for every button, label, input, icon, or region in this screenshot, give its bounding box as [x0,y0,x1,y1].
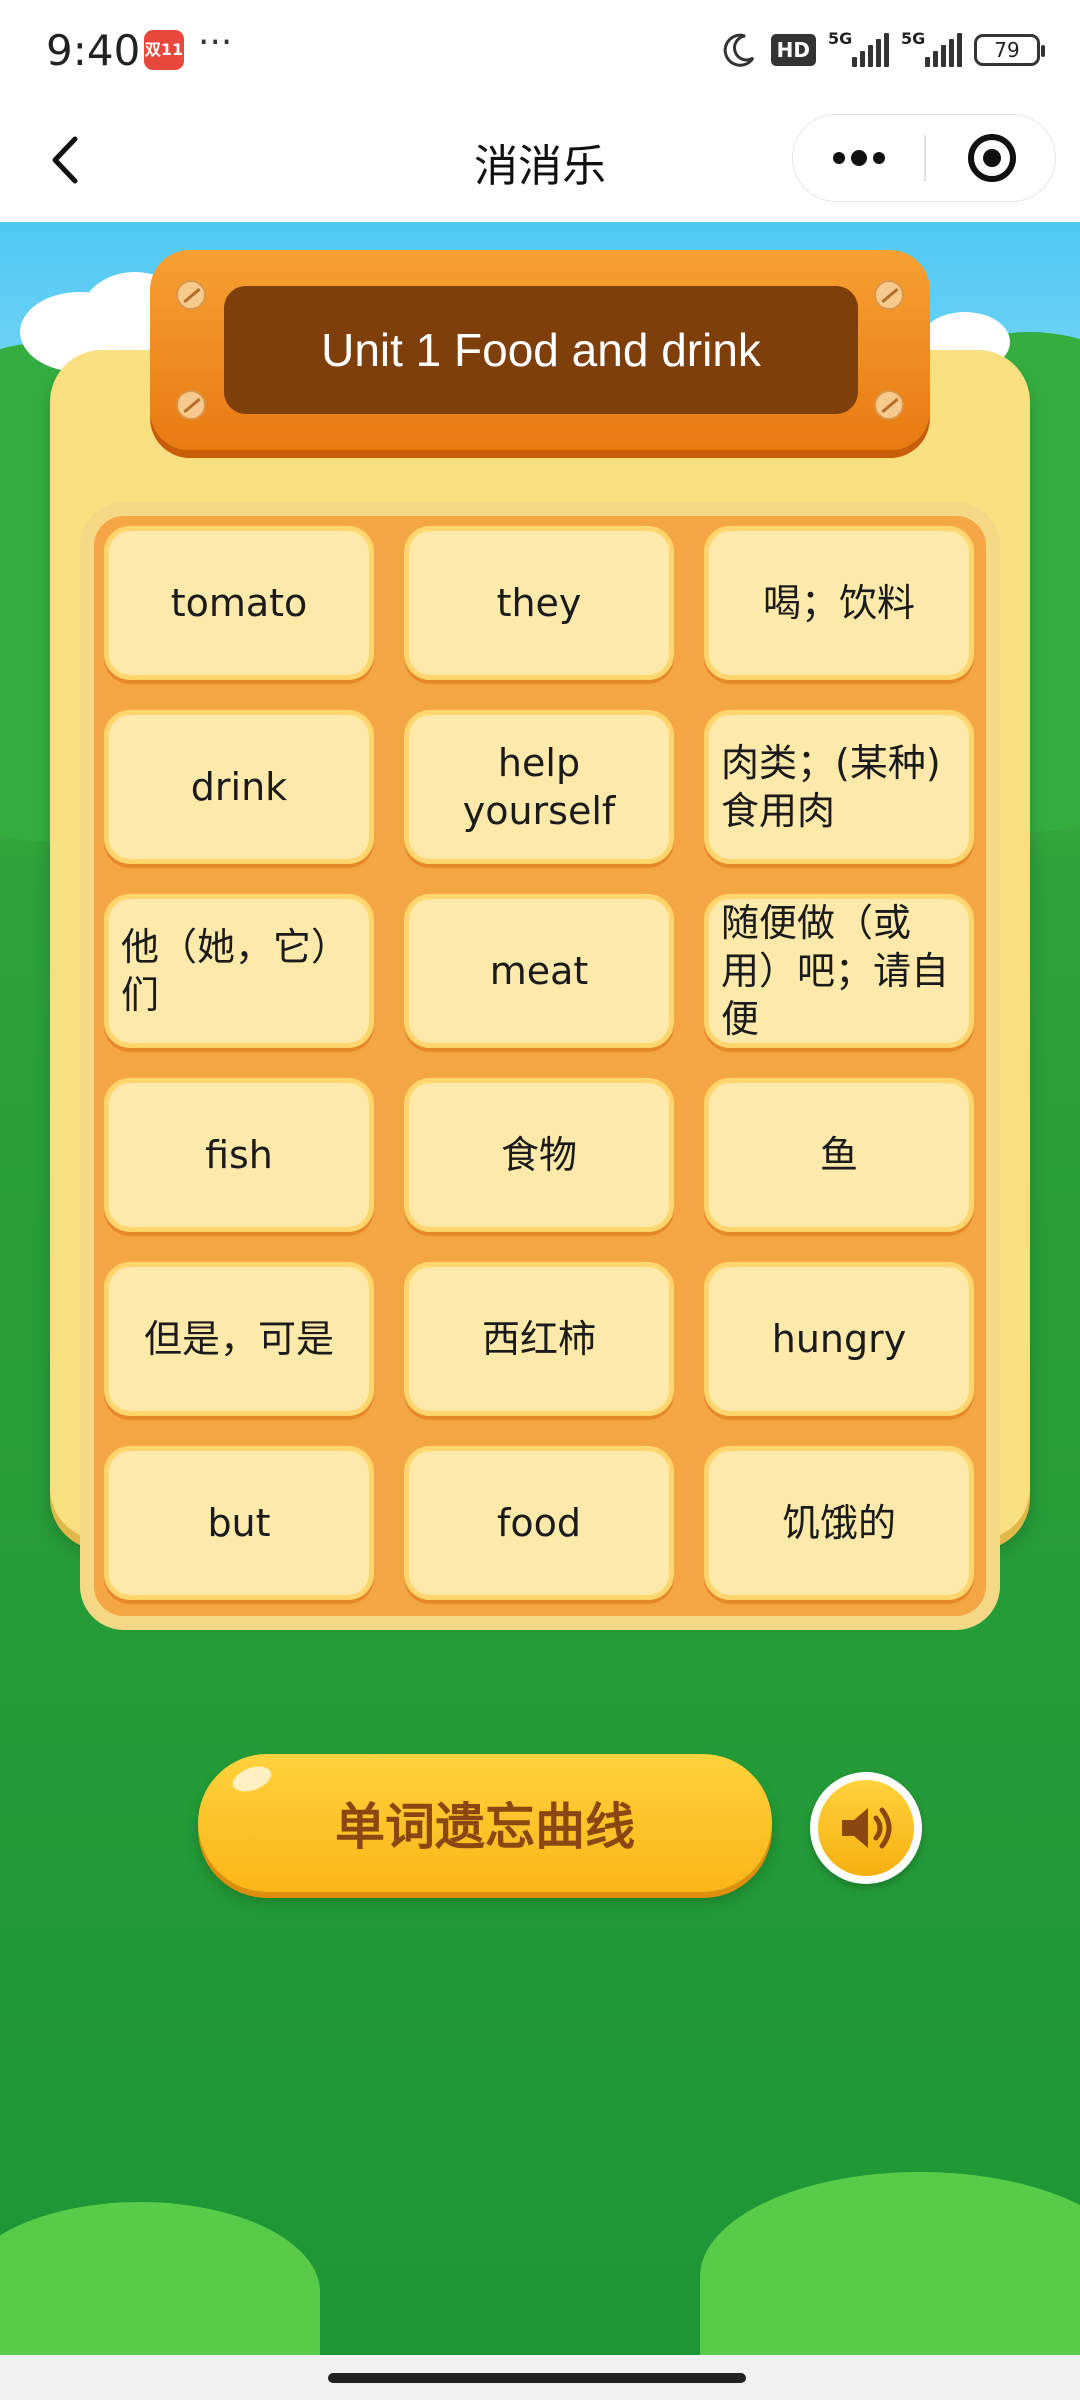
word-card[interactable]: help yourself [404,710,674,864]
more-button[interactable] [793,115,924,201]
screw-icon [176,280,206,310]
unit-title: Unit 1 Food and drink [224,286,858,414]
word-card[interactable]: but [104,1446,374,1600]
unit-plate: Unit 1 Food and drink [150,250,930,450]
signal-icon-2: 5G [901,29,962,67]
sound-button[interactable] [810,1772,922,1884]
app-badge-icon: 双11 [144,30,184,70]
word-card[interactable]: 食物 [404,1078,674,1232]
bush-right [700,2172,1080,2355]
card-grid-inner: tomato they 喝；饮料 drink help yourself 肉类；… [94,516,986,1616]
forgetting-curve-button[interactable]: 单词遗忘曲线 [198,1754,772,1892]
word-card[interactable]: they [404,526,674,680]
word-card[interactable]: 饥饿的 [704,1446,974,1600]
screw-icon [874,280,904,310]
target-close-icon [967,134,1016,182]
screw-icon [176,390,206,420]
mini-program-capsule [792,114,1056,202]
word-card[interactable]: meat [404,894,674,1048]
word-card[interactable]: drink [104,710,374,864]
home-bar [0,2355,1080,2400]
word-card[interactable]: 他（她，它）们 [104,894,374,1048]
moon-icon [723,33,754,67]
word-card[interactable]: fish [104,1078,374,1232]
status-bar: 9:40 双11 ··· HD 5G 5G 79 [0,0,1080,100]
bush-left [0,2202,320,2355]
signal-icon: 5G [828,29,889,67]
status-indicators: HD 5G 5G 79 [719,28,1045,72]
word-card[interactable]: 肉类；(某种) 食用肉 [704,710,974,864]
more-dots-icon [832,150,885,166]
word-card[interactable]: tomato [104,526,374,680]
game-area: Unit 1 Food and drink tomato they 喝；饮料 d… [0,222,1080,2355]
screw-icon [874,390,904,420]
close-button[interactable] [926,115,1057,201]
word-card[interactable]: 鱼 [704,1078,974,1232]
word-card[interactable]: 但是，可是 [104,1262,374,1416]
status-time: 9:40 [46,26,141,75]
speaker-icon [842,1807,892,1849]
status-more-dots: ··· [198,22,233,63]
word-card[interactable]: food [404,1446,674,1600]
word-card[interactable]: 随便做（或用）吧；请自便 [704,894,974,1048]
word-card[interactable]: 喝；饮料 [704,526,974,680]
word-card[interactable]: 西红柿 [404,1262,674,1416]
hd-icon: HD [770,34,816,66]
word-card[interactable]: hungry [704,1262,974,1416]
nav-bar: 消消乐 [0,100,1080,222]
battery-icon: 79 [974,34,1045,66]
home-indicator[interactable] [328,2373,746,2383]
card-grid: tomato they 喝；饮料 drink help yourself 肉类；… [80,502,1000,1630]
sound-button-inner [818,1780,914,1876]
